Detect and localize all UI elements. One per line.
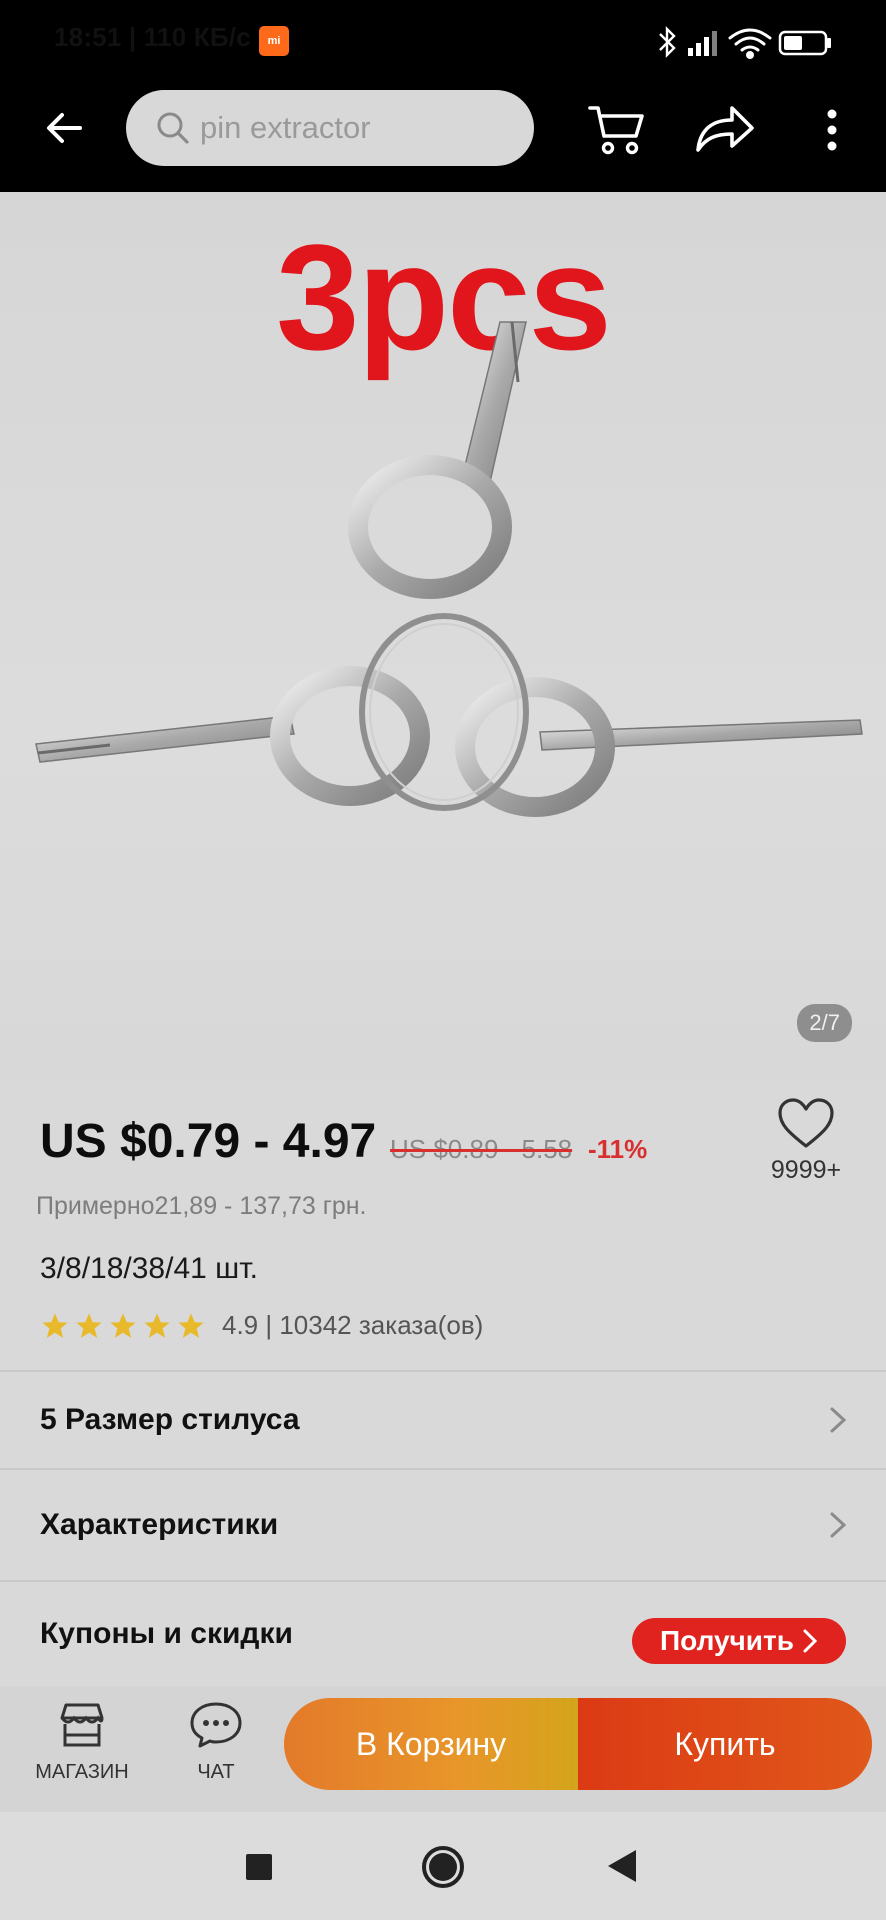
recent-apps-button[interactable] bbox=[246, 1854, 272, 1880]
status-time: 18:51 | 110 КБ/с bbox=[54, 22, 251, 52]
rating-text: 4.9 | 10342 заказа(ов) bbox=[222, 1310, 484, 1340]
home-icon bbox=[429, 1853, 457, 1881]
store-icon bbox=[60, 1703, 104, 1747]
specifications-row[interactable]: Характеристики bbox=[0, 1470, 886, 1580]
size-row-label: 5 Размер стилуса bbox=[40, 1403, 300, 1436]
chevron-right-icon bbox=[830, 1512, 847, 1538]
wishlist-count: 9999+ bbox=[770, 1156, 842, 1184]
star-icon bbox=[144, 1313, 170, 1338]
mi-app-icon: mi bbox=[259, 26, 289, 56]
star-icon bbox=[76, 1313, 102, 1338]
get-coupon-label: Получить bbox=[660, 1625, 794, 1656]
heart-icon bbox=[778, 1098, 834, 1148]
share-icon bbox=[696, 106, 754, 152]
chat-icon bbox=[190, 1702, 242, 1748]
search-icon bbox=[157, 112, 189, 144]
add-to-cart-button[interactable]: В Корзину bbox=[284, 1698, 578, 1790]
price-main: US $0.79 - 4.97 bbox=[40, 1115, 377, 1168]
coupons-row-label: Купоны и скидки bbox=[40, 1617, 293, 1650]
specs-row-label: Характеристики bbox=[40, 1508, 279, 1541]
home-button[interactable] bbox=[422, 1846, 464, 1888]
status-icons bbox=[654, 22, 834, 62]
size-selector-row[interactable]: 5 Размер стилуса bbox=[0, 1372, 886, 1468]
system-back-button[interactable] bbox=[608, 1850, 636, 1882]
product-image[interactable]: 3pcs 2/7 bbox=[0, 192, 886, 1078]
store-tab-button[interactable]: МАГАЗИН bbox=[22, 1700, 142, 1784]
signal-icon bbox=[688, 31, 717, 56]
star-icon bbox=[110, 1313, 136, 1338]
star-icon bbox=[42, 1313, 68, 1338]
buy-now-label: Купить bbox=[674, 1725, 776, 1762]
price-old: US $0.89 - 5.58 bbox=[390, 1134, 573, 1164]
search-input[interactable]: pin extractor bbox=[126, 90, 534, 166]
chat-tab-button[interactable]: ЧАТ bbox=[156, 1700, 276, 1784]
store-tab-label: МАГАЗИН bbox=[35, 1761, 129, 1783]
wifi-icon bbox=[728, 28, 772, 59]
image-counter: 2/7 bbox=[797, 1004, 852, 1042]
quantity-options: 3/8/18/38/41 шт. bbox=[40, 1252, 258, 1285]
price-approx: Примерно21,89 - 137,73 грн. bbox=[36, 1192, 367, 1220]
chat-tab-label: ЧАТ bbox=[197, 1761, 235, 1783]
battery-icon bbox=[778, 30, 831, 56]
search-placeholder: pin extractor bbox=[200, 110, 371, 145]
pin-extractor-tool-image bbox=[35, 321, 863, 817]
share-button[interactable] bbox=[692, 100, 756, 158]
rating-row: 4.9 | 10342 заказа(ов) bbox=[40, 1310, 483, 1341]
more-vertical-icon bbox=[827, 109, 837, 151]
back-button[interactable] bbox=[40, 100, 88, 156]
bluetooth-icon bbox=[659, 26, 676, 58]
star-icon bbox=[178, 1313, 204, 1338]
wishlist-button[interactable] bbox=[776, 1096, 836, 1152]
add-to-cart-label: В Корзину bbox=[355, 1725, 507, 1762]
chevron-right-icon bbox=[803, 1629, 818, 1653]
chevron-right-icon bbox=[830, 1407, 847, 1433]
more-options-button[interactable] bbox=[820, 102, 844, 158]
discount-badge: -11% bbox=[588, 1134, 648, 1164]
buy-now-button[interactable]: Купить bbox=[578, 1698, 872, 1790]
cart-icon bbox=[588, 106, 644, 155]
arrow-left-icon bbox=[47, 113, 82, 143]
get-coupon-button[interactable]: Получить bbox=[632, 1618, 846, 1664]
cart-button[interactable] bbox=[586, 100, 646, 158]
